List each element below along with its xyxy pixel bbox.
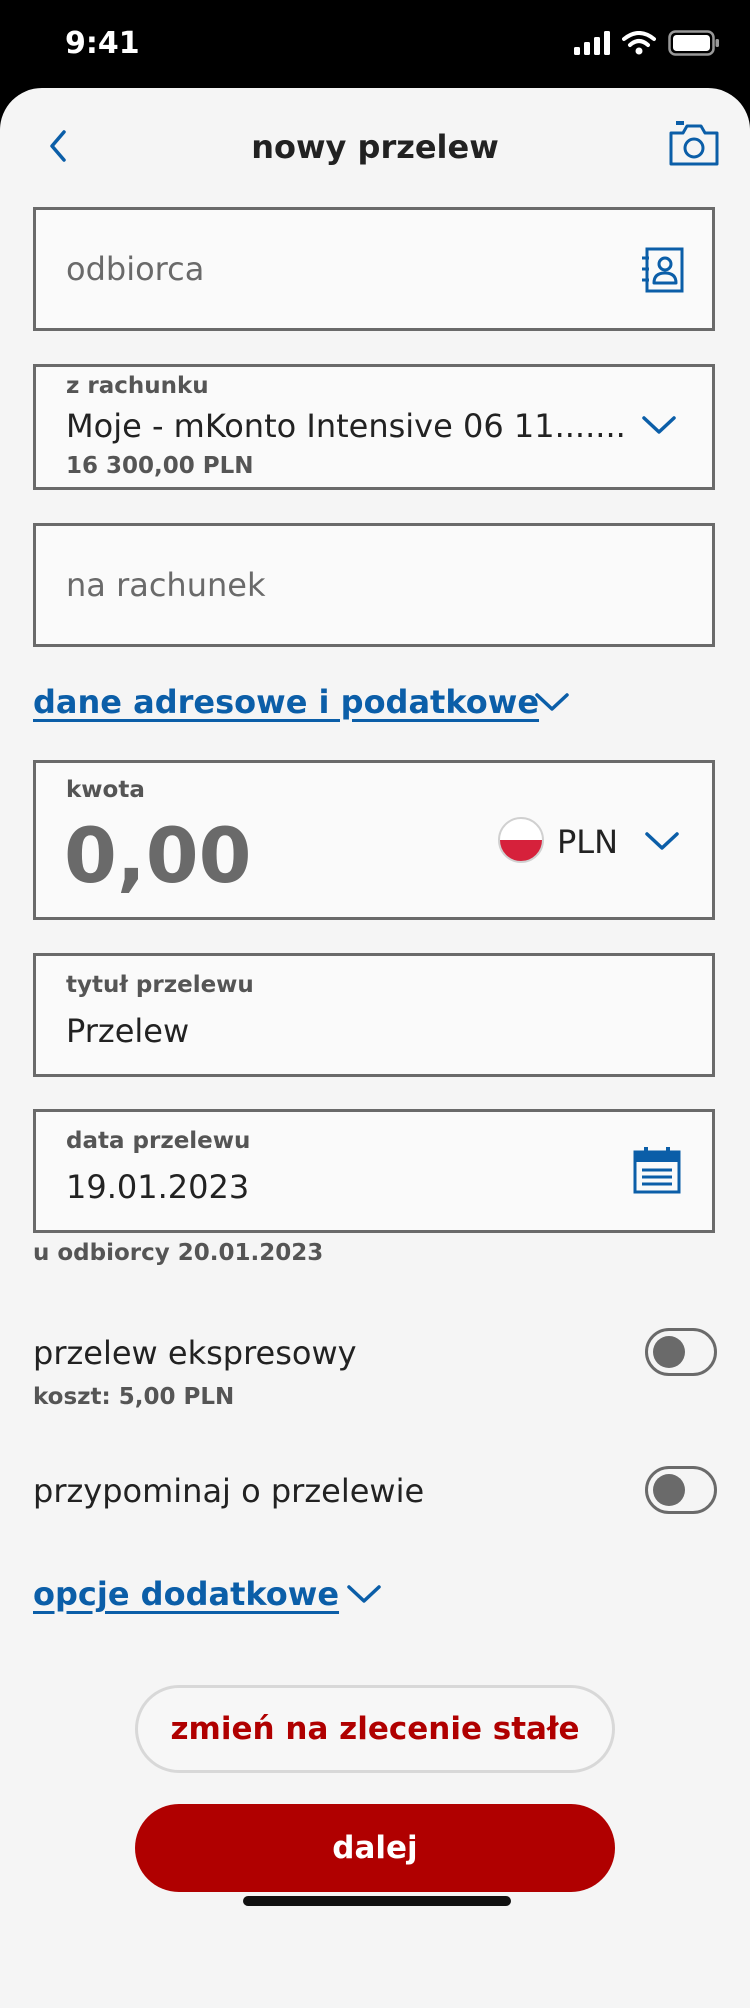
transfer-title-value: Przelew bbox=[66, 1012, 190, 1050]
transfer-date-label: data przelewu bbox=[66, 1128, 251, 1154]
address-tax-data-link[interactable]: dane adresowe i podatkowe bbox=[33, 683, 539, 721]
to-account-placeholder: na rachunek bbox=[66, 566, 266, 604]
home-indicator bbox=[243, 1896, 511, 1906]
recipient-field[interactable]: odbiorca bbox=[33, 207, 715, 331]
express-transfer-toggle[interactable] bbox=[645, 1328, 717, 1376]
reminder-label: przypominaj o przelewie bbox=[33, 1472, 425, 1510]
chevron-down-icon bbox=[642, 416, 676, 434]
from-account-select[interactable]: z rachunku Moje - mKonto Intensive 06 11… bbox=[33, 364, 715, 490]
page-title: nowy przelew bbox=[251, 128, 499, 166]
wifi-icon bbox=[622, 31, 656, 55]
reminder-toggle[interactable] bbox=[645, 1466, 717, 1514]
chevron-down-icon[interactable] bbox=[346, 1582, 382, 1606]
transfer-screen: nowy przelew odbiorca z rachunku Moje - … bbox=[0, 88, 750, 2008]
transfer-title-label: tytuł przelewu bbox=[66, 972, 254, 998]
poland-flag-icon bbox=[498, 817, 544, 863]
chevron-down-icon[interactable] bbox=[644, 829, 680, 853]
amount-value: 0,00 bbox=[64, 811, 252, 900]
camera-icon[interactable] bbox=[668, 120, 720, 168]
arrival-date-note: u odbiorcy 20.01.2023 bbox=[33, 1240, 324, 1266]
to-account-field[interactable]: na rachunek bbox=[33, 523, 715, 647]
status-bar: 9:41 bbox=[0, 0, 750, 88]
express-transfer-cost: koszt: 5,00 PLN bbox=[33, 1384, 235, 1410]
battery-icon bbox=[668, 30, 719, 56]
status-time: 9:41 bbox=[65, 26, 140, 61]
transfer-date-value: 19.01.2023 bbox=[66, 1168, 250, 1206]
amount-label: kwota bbox=[66, 777, 145, 803]
chevron-down-icon[interactable] bbox=[534, 690, 570, 714]
recipient-placeholder: odbiorca bbox=[66, 250, 205, 288]
additional-options-link[interactable]: opcje dodatkowe bbox=[33, 1575, 339, 1613]
status-icons bbox=[574, 30, 720, 56]
toggle-knob bbox=[653, 1474, 685, 1506]
transfer-title-field[interactable]: tytuł przelewu Przelew bbox=[33, 953, 715, 1077]
from-account-value: Moje - mKonto Intensive 06 11....... bbox=[66, 407, 626, 445]
contacts-book-icon[interactable] bbox=[641, 247, 685, 293]
next-button[interactable]: dalej bbox=[135, 1804, 615, 1892]
cellular-signal-icon bbox=[574, 31, 610, 55]
currency-value[interactable]: PLN bbox=[557, 823, 618, 861]
from-account-balance: 16 300,00 PLN bbox=[66, 453, 254, 479]
amount-field[interactable]: kwota 0,00 PLN bbox=[33, 760, 715, 920]
from-account-label: z rachunku bbox=[66, 373, 209, 399]
calendar-icon[interactable] bbox=[632, 1145, 682, 1195]
express-transfer-label: przelew ekspresowy bbox=[33, 1334, 357, 1372]
transfer-date-field[interactable]: data przelewu 19.01.2023 bbox=[33, 1109, 715, 1233]
toggle-knob bbox=[653, 1336, 685, 1368]
standing-order-button[interactable]: zmień na zlecenie stałe bbox=[135, 1685, 615, 1773]
